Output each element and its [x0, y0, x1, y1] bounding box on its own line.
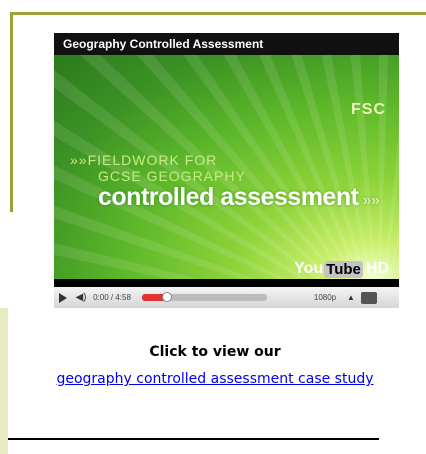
youtube-tube: Tube: [324, 260, 363, 278]
quality-arrow-icon[interactable]: ▲: [345, 293, 357, 302]
video-text-line1: »»FIELDWORK FOR: [70, 152, 218, 168]
youtube-hd-logo[interactable]: You Tube HD: [294, 260, 389, 278]
fsc-logo: FSC: [351, 101, 386, 118]
progress-bar[interactable]: [142, 292, 267, 302]
youtube-you: You: [294, 260, 324, 277]
play-icon: [59, 292, 67, 303]
video-frame[interactable]: FSC »»FIELDWORK FOR GCSE GEOGRAPHY contr…: [54, 55, 399, 279]
frame-left-border: [10, 12, 13, 212]
caption-text: Click to view our: [149, 344, 281, 360]
play-button[interactable]: [54, 287, 72, 308]
player-controls: ◀) 0:00 / 4:58 1080p ▲: [54, 287, 399, 308]
frame-top-border: [10, 12, 426, 15]
side-panel-edge: [0, 308, 8, 454]
hd-label: HD: [365, 260, 389, 277]
volume-icon[interactable]: ◀): [72, 292, 90, 303]
video-text-line3-tail: »»: [362, 192, 380, 209]
bottom-rule: [8, 438, 379, 440]
progress-handle[interactable]: [162, 292, 172, 302]
video-text-line3-main: controlled assessment: [98, 183, 359, 211]
case-study-link[interactable]: geography controlled assessment case stu…: [20, 367, 410, 391]
video-text-line2: GCSE GEOGRAPHY: [98, 168, 246, 184]
video-text-line3: controlled assessment»»: [98, 183, 380, 212]
video-title[interactable]: Geography Controlled Assessment: [54, 33, 399, 55]
video-player[interactable]: Geography Controlled Assessment FSC »»FI…: [54, 33, 399, 308]
quality-label[interactable]: 1080p: [305, 293, 345, 302]
fullscreen-icon[interactable]: [361, 291, 377, 304]
time-display: 0:00 / 4:58: [93, 293, 131, 302]
